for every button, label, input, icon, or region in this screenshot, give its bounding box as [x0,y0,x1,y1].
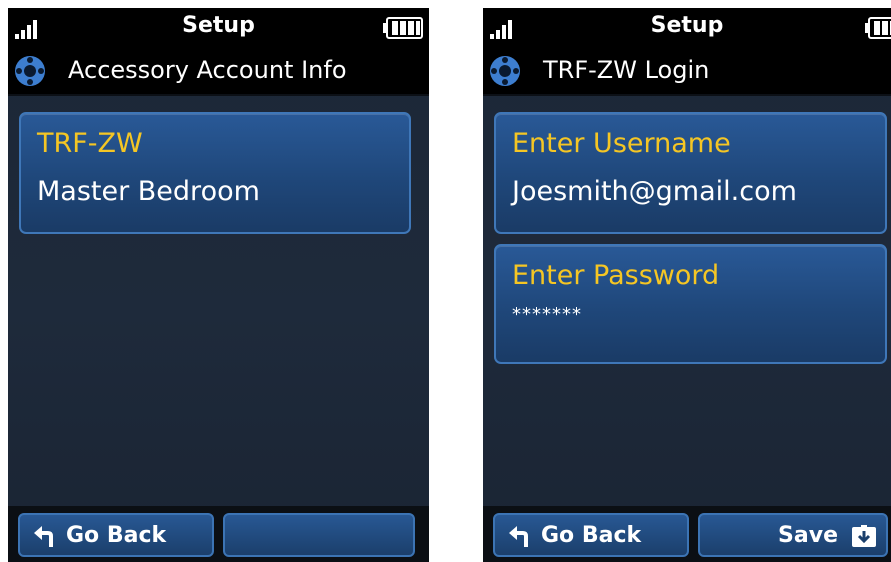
go-back-button[interactable]: Go Back [493,513,689,557]
status-title: Setup [182,13,255,38]
password-label: Enter Password [512,260,720,291]
softkey-bar: Go Back [8,506,429,562]
header-bar: TRF-ZW Login [483,48,891,96]
screen-login: Setup TRF-ZW Login Enter Username Joesmi… [483,8,891,562]
go-back-label: Go Back [66,523,167,548]
header-bar: Accessory Account Info [8,48,429,96]
password-field[interactable]: Enter Password ******* [494,244,887,364]
screen-accessory-account-info: Setup Accessory Account Info TRF-ZW Mast… [8,8,429,562]
battery-icon [383,17,423,39]
accessory-icon [15,56,45,86]
page-title: TRF-ZW Login [543,56,710,84]
battery-icon [865,17,891,39]
accessory-name: TRF-ZW [37,128,143,159]
save-button[interactable]: Save [698,513,888,557]
status-bar: Setup [8,8,429,48]
username-label: Enter Username [512,128,731,159]
status-title: Setup [650,13,724,38]
back-arrow-icon [509,526,528,547]
go-back-button[interactable]: Go Back [18,513,214,557]
right-softkey-button[interactable] [223,513,415,557]
go-back-label: Go Back [541,523,642,548]
password-value: ******* [512,304,582,325]
accessory-room: Master Bedroom [37,176,260,207]
back-arrow-icon [34,526,53,547]
accessory-card[interactable]: TRF-ZW Master Bedroom [19,112,411,234]
username-value: Joesmith@gmail.com [512,176,797,207]
status-bar: Setup [483,8,891,48]
softkey-bar: Go Back Save [483,506,891,562]
save-label: Save [778,523,838,548]
username-field[interactable]: Enter Username Joesmith@gmail.com [494,112,887,234]
save-icon [852,525,876,547]
page-title: Accessory Account Info [68,56,347,84]
accessory-icon [490,56,520,86]
